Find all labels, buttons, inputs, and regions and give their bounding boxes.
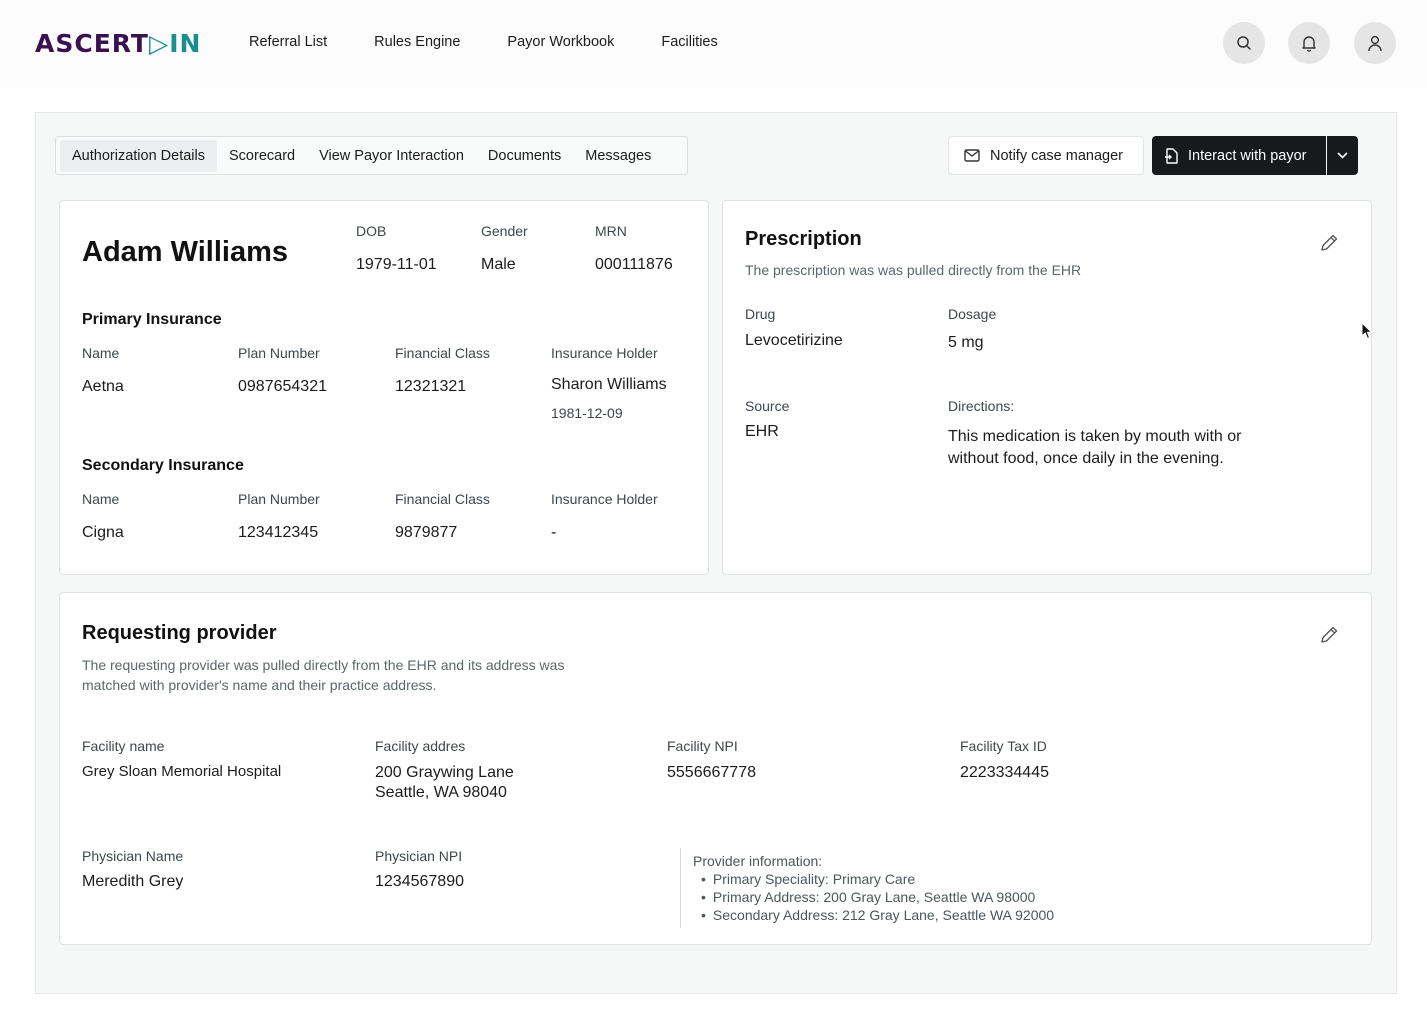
source-label: Source <box>745 398 790 414</box>
interact-with-payor-button[interactable]: Interact with payor <box>1152 136 1326 175</box>
tab-scorecard[interactable]: Scorecard <box>217 140 307 172</box>
nav-facilities[interactable]: Facilities <box>661 34 717 50</box>
logo-accent: ▷IN <box>148 28 202 58</box>
nav-referral-list[interactable]: Referral List <box>249 34 327 50</box>
user-icon <box>1368 35 1382 51</box>
directions-label: Directions: <box>948 398 1015 414</box>
facility-address-line-1: 200 Graywing Lane <box>375 764 514 781</box>
mrn-value: 000111876 <box>595 256 673 273</box>
dob-value: 1979-11-01 <box>356 256 437 273</box>
nav-payor-workbook[interactable]: Payor Workbook <box>507 34 614 50</box>
search-button[interactable] <box>1223 22 1265 64</box>
facility-npi-label: Facility NPI <box>667 738 738 754</box>
prescription-subtitle: The prescription was was pulled directly… <box>745 262 1082 278</box>
tab-view-payor-interaction[interactable]: View Payor Interaction <box>307 140 476 172</box>
primary-insurer-name: Aetna <box>82 378 124 395</box>
directions-line-2: without food, once daily in the evening. <box>948 450 1224 467</box>
interact-options-dropdown[interactable] <box>1327 136 1358 175</box>
search-icon <box>1237 36 1251 50</box>
source-value: EHR <box>745 423 779 440</box>
facility-name-value: Grey Sloan Memorial Hospital <box>82 763 282 780</box>
provider-info-item: Primary Address: 200 Gray Lane, Seattle … <box>701 888 1054 906</box>
facility-npi-value: 5556667778 <box>667 764 756 781</box>
main-nav: Referral List Rules Engine Payor Workboo… <box>249 34 765 50</box>
primary-financial-class: 12321321 <box>395 378 467 395</box>
mrn-label: MRN <box>595 223 627 239</box>
drug-label: Drug <box>745 306 776 322</box>
secondary-financial-class-label: Financial Class <box>395 491 490 507</box>
interact-label: Interact with payor <box>1188 147 1307 164</box>
top-navigation-bar: ASCERT ▷IN Referral List Rules Engine Pay… <box>0 0 1427 88</box>
primary-holder-dob: 1981-12-09 <box>551 405 623 421</box>
provider-info-title: Provider information: <box>693 853 823 869</box>
provider-subtitle-line-1: The requesting provider was pulled direc… <box>82 657 565 673</box>
notify-case-manager-button[interactable]: Notify case manager <box>948 136 1144 175</box>
primary-name-label: Name <box>82 345 120 361</box>
facility-address-line-2: Seattle, WA 98040 <box>375 784 507 801</box>
edit-provider-pencil-icon[interactable] <box>1318 624 1340 646</box>
prescription-title: Prescription <box>745 228 862 250</box>
tab-messages[interactable]: Messages <box>573 140 663 172</box>
secondary-plan-number: 123412345 <box>238 524 319 541</box>
tab-authorization-details[interactable]: Authorization Details <box>60 139 217 172</box>
patient-name: Adam Williams <box>82 236 289 268</box>
secondary-financial-class: 9879877 <box>395 524 458 541</box>
provider-info-item: Secondary Address: 212 Gray Lane, Seattl… <box>701 906 1054 924</box>
logo-text: ASCERT <box>35 28 149 58</box>
secondary-insurer-name: Cigna <box>82 524 124 541</box>
physician-npi-value: 1234567890 <box>375 873 464 890</box>
secondary-name-label: Name <box>82 491 120 507</box>
secondary-plan-label: Plan Number <box>238 491 320 507</box>
edit-prescription-pencil-icon[interactable] <box>1318 232 1340 254</box>
mouse-cursor-icon <box>1361 322 1373 340</box>
primary-plan-number: 0987654321 <box>238 378 327 395</box>
facility-name-label: Facility name <box>82 738 165 754</box>
drug-value: Levocetirizine <box>745 332 843 349</box>
directions-line-1: This medication is taken by mouth with o… <box>948 428 1242 445</box>
physician-npi-label: Physician NPI <box>375 848 463 864</box>
tab-documents[interactable]: Documents <box>476 140 573 172</box>
chevron-down-icon <box>1337 152 1348 159</box>
notify-label: Notify case manager <box>990 147 1123 164</box>
provider-subtitle-line-2: matched with provider's name and their p… <box>82 677 437 693</box>
gender-value: Male <box>481 256 516 273</box>
prescription-card <box>722 200 1372 575</box>
primary-insurance-heading: Primary Insurance <box>82 311 222 328</box>
physician-name-value: Meredith Grey <box>82 873 184 890</box>
facility-address-label: Facility addres <box>375 738 466 754</box>
dosage-label: Dosage <box>948 306 997 322</box>
secondary-insurance-heading: Secondary Insurance <box>82 457 244 474</box>
nav-rules-engine[interactable]: Rules Engine <box>374 34 460 50</box>
provider-information: Provider information: Primary Speciality… <box>693 852 1054 924</box>
provider-info-list: Primary Speciality: Primary Care Primary… <box>693 870 1054 924</box>
physician-name-label: Physician Name <box>82 848 184 864</box>
ascertain-logo[interactable]: ASCERT ▷IN <box>35 28 202 58</box>
secondary-holder-label: Insurance Holder <box>551 491 658 507</box>
user-profile-button[interactable] <box>1354 22 1396 64</box>
document-arrow-icon <box>1165 147 1178 164</box>
facility-tax-id-value: 2223334445 <box>960 764 1049 781</box>
primary-holder-name: Sharon Williams <box>551 376 667 393</box>
notifications-button[interactable] <box>1288 22 1330 64</box>
primary-financial-class-label: Financial Class <box>395 345 490 361</box>
provider-info-item: Primary Speciality: Primary Care <box>701 870 1054 888</box>
provider-info-divider <box>680 848 681 928</box>
facility-tax-id-label: Facility Tax ID <box>960 738 1047 754</box>
gender-label: Gender <box>481 223 528 239</box>
primary-holder-label: Insurance Holder <box>551 345 658 361</box>
dosage-value: 5 mg <box>948 334 984 351</box>
requesting-provider-title: Requesting provider <box>82 622 277 644</box>
secondary-holder-name: - <box>551 524 557 541</box>
bell-icon <box>1302 35 1316 52</box>
authorization-tabs: Authorization Details Scorecard View Pay… <box>55 136 688 175</box>
mail-icon <box>964 149 980 162</box>
dob-label: DOB <box>356 223 387 239</box>
primary-plan-label: Plan Number <box>238 345 320 361</box>
